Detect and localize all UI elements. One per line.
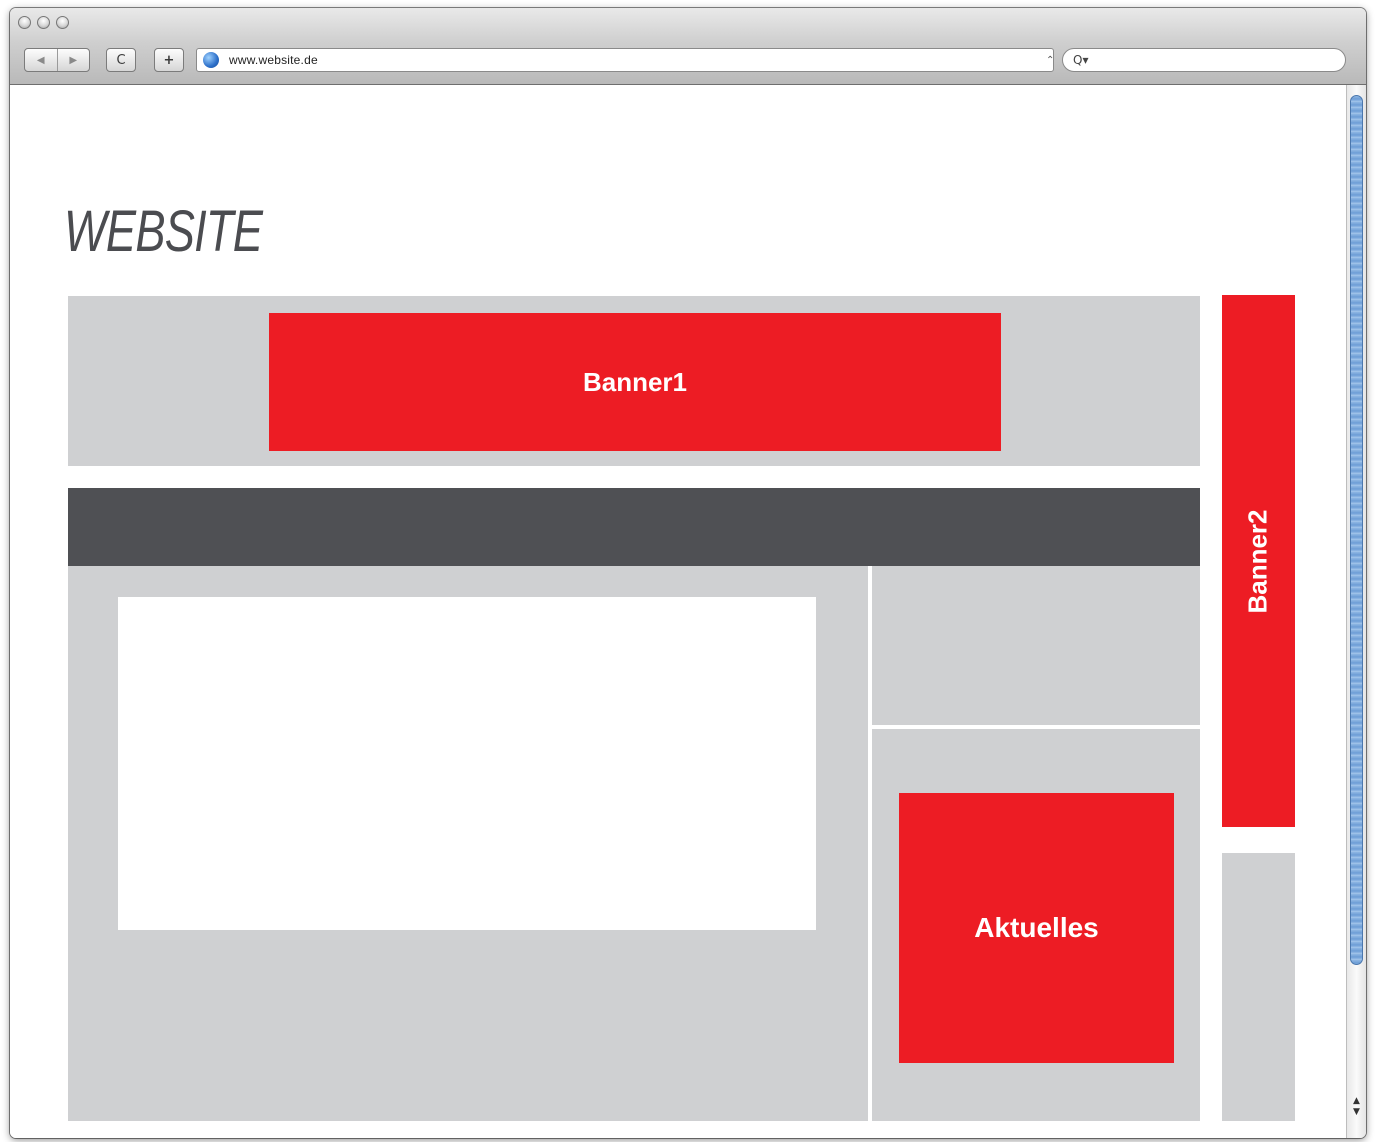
scroll-arrows: ▲ ▼: [1350, 1096, 1363, 1118]
minimize-window-button[interactable]: [37, 16, 50, 29]
banner1[interactable]: Banner1: [269, 313, 1001, 451]
banner2[interactable]: Banner2: [1222, 295, 1295, 827]
add-bookmark-icon: +: [163, 52, 175, 68]
navigation-bar[interactable]: [68, 488, 1200, 566]
vertical-scrollbar[interactable]: ▲ ▼: [1346, 85, 1366, 1138]
globe-icon: [203, 52, 219, 68]
browser-toolbar: ◀ ▶ C + www.website.de ⌃ Q▾: [10, 8, 1366, 85]
banner1-label: Banner1: [582, 366, 688, 397]
content-image-placeholder: [118, 597, 816, 930]
zoom-window-button[interactable]: [56, 16, 69, 29]
snapback-icon[interactable]: ⌃: [1046, 55, 1054, 66]
scrollbar-thumb[interactable]: [1350, 95, 1363, 965]
add-bookmark-button[interactable]: +: [154, 48, 184, 72]
scroll-down-icon[interactable]: ▼: [1350, 1107, 1363, 1118]
forward-icon[interactable]: ▶: [56, 49, 90, 71]
sidebar-box-top: [872, 566, 1200, 725]
reload-icon: C: [116, 52, 126, 68]
side-box-small: [1222, 853, 1295, 1121]
site-logo[interactable]: WEBSITE: [64, 198, 263, 265]
close-window-button[interactable]: [18, 16, 31, 29]
reload-button[interactable]: C: [106, 48, 136, 72]
banner2-label: Banner2: [1243, 508, 1274, 614]
search-icon: Q▾: [1073, 53, 1089, 67]
address-bar[interactable]: www.website.de: [196, 48, 1054, 72]
scroll-up-icon[interactable]: ▲: [1350, 1096, 1363, 1107]
back-forward-group: ◀ ▶: [24, 48, 90, 72]
aktuelles-label: Aktuelles: [974, 912, 1099, 943]
page-content: WEBSITE Banner1 Aktuelles Banner2: [10, 85, 1346, 1138]
search-field[interactable]: Q▾: [1062, 48, 1346, 72]
back-icon[interactable]: ◀: [25, 49, 57, 71]
aktuelles-box[interactable]: Aktuelles: [899, 793, 1174, 1063]
browser-window: ◀ ▶ C + www.website.de ⌃ Q▾ WEBSITE Bann…: [10, 8, 1366, 1138]
address-url: www.website.de: [229, 53, 318, 67]
